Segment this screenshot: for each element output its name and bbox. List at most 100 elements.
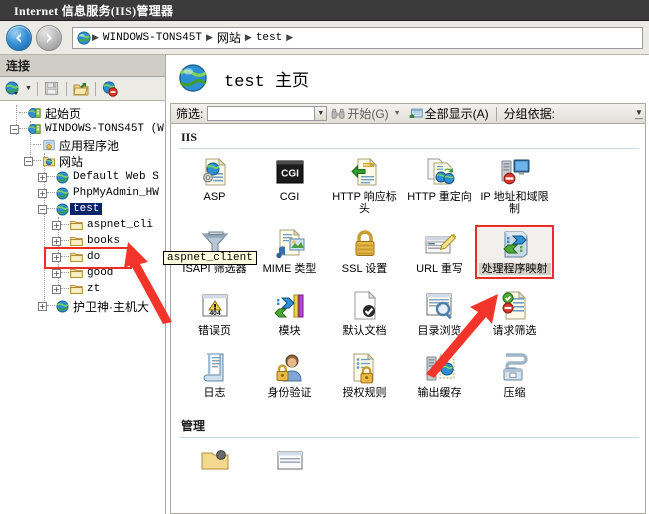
ip-domain-restrictions-icon: [497, 155, 533, 189]
feature-ip-domain-restrictions[interactable]: IP 地址和域限制: [477, 155, 552, 217]
request-filtering-icon: [497, 289, 533, 323]
tree-item-app-pools[interactable]: 应用程序池: [0, 137, 165, 153]
back-button[interactable]: [6, 24, 32, 51]
feature-cgi[interactable]: CGI CGI: [252, 155, 327, 217]
tree-item-label: aspnet_cli: [87, 219, 154, 231]
feature-list[interactable]: IIS ASP CGI CGI HTTP 响应标头 HTTP 重定向 IP 地址…: [170, 124, 646, 514]
feature-modules[interactable]: 模块: [252, 289, 327, 339]
feature-authentication[interactable]: 身份验证: [252, 351, 327, 401]
forward-button[interactable]: [36, 24, 62, 51]
feature-label: HTTP 响应标头: [332, 191, 397, 215]
feature-mime-types[interactable]: MIME 类型: [252, 227, 327, 277]
save-connection-icon[interactable]: [43, 80, 61, 98]
tree-expander[interactable]: +: [52, 252, 61, 262]
show-all-button[interactable]: 全部显示(A): [405, 105, 493, 122]
tree-expander[interactable]: −: [38, 204, 47, 214]
tree-item-test[interactable]: − test: [0, 201, 165, 217]
feature-directory-browsing[interactable]: 目录浏览: [402, 289, 477, 339]
feature-asp[interactable]: ASP: [177, 155, 252, 217]
default-document-icon: [347, 289, 383, 323]
tree-dash: [33, 144, 41, 146]
feature-output-caching[interactable]: 输出缓存: [402, 351, 477, 401]
tree-expander[interactable]: −: [24, 156, 33, 166]
tree-expander[interactable]: +: [52, 284, 61, 294]
tree-dash: [61, 224, 69, 226]
breadcrumb-item-test[interactable]: test: [253, 32, 285, 44]
tree-expander[interactable]: +: [52, 220, 61, 230]
feature-http-redirect[interactable]: HTTP 重定向: [402, 155, 477, 217]
tree-expander[interactable]: +: [52, 268, 61, 278]
tree-item-huweishen[interactable]: + 护卫神·主机大: [0, 298, 165, 314]
feature-error-pages[interactable]: 404 错误页: [177, 289, 252, 339]
svg-text:CGI: CGI: [281, 169, 299, 180]
filter-input[interactable]: ▼: [207, 106, 328, 121]
delete-connection-icon[interactable]: [101, 80, 119, 98]
breadcrumb[interactable]: ▶ WINDOWS-TONS45T ▶ 网站 ▶ test ▶: [72, 26, 643, 49]
tree-item-do[interactable]: + do: [0, 249, 165, 265]
feature-default-document[interactable]: 默认文档: [327, 289, 402, 339]
tree-item-aspnet-client[interactable]: + aspnet_cli: [0, 217, 165, 233]
mime-types-icon: [272, 227, 308, 261]
connections-pane: 连接 ▼ 起始页 − WINDOWS-TONS45T (WIN 应用程序池 − …: [0, 55, 257, 514]
breadcrumb-item-sites[interactable]: 网站: [214, 29, 244, 46]
feature-label: 模块: [278, 325, 301, 337]
feature-request-filtering[interactable]: 请求筛选: [477, 289, 552, 339]
feature-logging[interactable]: 日志: [177, 351, 252, 401]
tree-item-books[interactable]: + books: [0, 233, 165, 249]
chevron-down-icon[interactable]: ▼: [391, 110, 401, 117]
show-all-label: 全部显示(A): [424, 107, 489, 121]
group-by-label[interactable]: 分组依据:: [500, 105, 559, 122]
feature-ssl-settings[interactable]: SSL 设置: [327, 227, 402, 277]
connections-toolbar: ▼: [0, 77, 165, 101]
tree-expander[interactable]: +: [38, 301, 47, 311]
site-icon: [55, 186, 70, 200]
tree-item-zt[interactable]: + zt: [0, 281, 165, 297]
feature-label: 请求筛选: [492, 325, 537, 337]
feature-label: 目录浏览: [417, 325, 462, 337]
tree-item-good[interactable]: + good: [0, 265, 165, 281]
feature-shared-config[interactable]: [252, 443, 327, 481]
tree-item-label: 应用程序池: [59, 138, 120, 153]
open-connection-icon[interactable]: [72, 80, 90, 98]
feature-url-rewrite[interactable]: URL 重写: [402, 227, 477, 277]
feature-authorization-rules[interactable]: 授权规则: [327, 351, 402, 401]
connections-tree[interactable]: 起始页 − WINDOWS-TONS45T (WIN 应用程序池 − 网站 + …: [0, 101, 165, 514]
tree-item-phpmyadmin[interactable]: + PhpMyAdmin_HW: [0, 185, 165, 201]
tree-item-start-page[interactable]: 起始页: [0, 105, 165, 121]
feature-handler-mappings[interactable]: 处理程序映射: [475, 225, 554, 279]
feature-label: 日志: [203, 387, 226, 399]
back-arrow-icon: [16, 32, 21, 43]
tree-expander[interactable]: +: [38, 188, 47, 198]
feature-label: SSL 设置: [341, 263, 388, 275]
tree-dash: [61, 256, 69, 258]
tree-item-sites[interactable]: − 网站: [0, 153, 165, 169]
tree-item-server[interactable]: − WINDOWS-TONS45T (WIN: [0, 121, 165, 137]
globe-icon: [77, 30, 91, 45]
shared-config-icon: [272, 443, 308, 477]
feature-compression[interactable]: 压缩: [477, 351, 552, 401]
chevron-down-icon[interactable]: ▼: [314, 107, 327, 120]
folder-icon: [69, 234, 84, 248]
tree-expander[interactable]: −: [10, 124, 19, 134]
tree-expander[interactable]: +: [38, 172, 47, 182]
feature-config-editor[interactable]: [177, 443, 252, 481]
group-header-management: 管理: [181, 419, 206, 433]
filter-go-label: 开始(G): [347, 107, 389, 121]
breadcrumb-item-server[interactable]: WINDOWS-TONS45T: [100, 32, 205, 44]
url-rewrite-icon: [422, 227, 458, 261]
feature-http-response-headers[interactable]: HTTP 响应标头: [327, 155, 402, 217]
feature-row: ISAPI 筛选器 MIME 类型 SSL 设置 URL 重写 处理程序映射: [171, 217, 645, 279]
chevron-down-icon[interactable]: ▼: [25, 85, 32, 92]
start-page-icon: [27, 106, 42, 120]
folder-icon: [69, 218, 84, 232]
asp-icon: [197, 155, 233, 189]
tree-dash: [61, 272, 69, 274]
authorization-rules-icon: [347, 351, 383, 385]
folder-icon: [69, 250, 84, 264]
filter-resize-grip[interactable]: ▼ —: [635, 109, 643, 123]
filter-go-button[interactable]: 开始(G) ▼: [327, 105, 404, 122]
tree-item-default-web-site[interactable]: + Default Web S: [0, 169, 165, 185]
tree-expander[interactable]: +: [52, 236, 61, 246]
forward-arrow-icon: [47, 32, 52, 43]
connect-to-icon[interactable]: [4, 80, 22, 98]
